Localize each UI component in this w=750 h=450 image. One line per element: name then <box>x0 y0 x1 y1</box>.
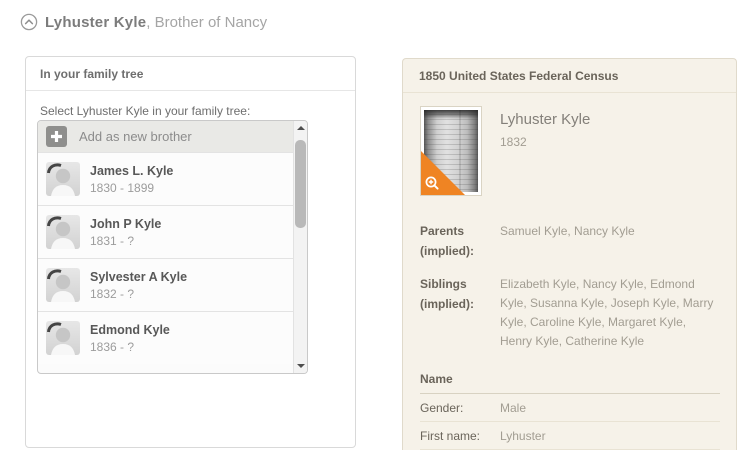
scroll-down-arrow-icon <box>297 364 305 368</box>
person-name: John P Kyle <box>90 216 162 231</box>
record-person-name: Lyhuster Kyle <box>500 111 591 128</box>
detail-row-gender: Gender: Male <box>420 394 720 422</box>
tree-person-row[interactable]: Sylvester A Kyle 1832 - ? <box>38 258 295 311</box>
chevron-up-circle-icon[interactable] <box>20 13 38 31</box>
census-record-panel: 1850 United States Federal Census Lyhust… <box>402 58 737 450</box>
tree-person-row[interactable]: Edmond Kyle 1836 - ? <box>38 311 295 364</box>
tree-person-row[interactable]: James L. Kyle 1830 - 1899 <box>38 152 295 205</box>
scroll-down-button[interactable] <box>294 359 307 373</box>
record-header: Lyhuster Kyle 1832 <box>420 106 720 196</box>
person-name: James L. Kyle <box>90 163 174 178</box>
family-tree-panel: In your family tree Select Lyhuster Kyle… <box>25 56 356 448</box>
census-record-title: 1850 United States Federal Census <box>403 59 736 93</box>
add-as-new-brother-button[interactable]: Add as new brother <box>38 121 307 152</box>
tree-person-row[interactable]: John P Kyle 1831 - ? <box>38 205 295 258</box>
person-lifespan: 1831 - ? <box>90 233 135 248</box>
tree-person-list: Add as new brother James L. Kyle 1830 - … <box>37 120 308 374</box>
plus-icon <box>46 126 67 147</box>
fact-value: Elizabeth Kyle, Nancy Kyle, Edmond Kyle,… <box>500 277 714 348</box>
fact-label: Siblings (implied): <box>420 277 474 311</box>
male-avatar-icon <box>46 268 80 302</box>
detail-label: Gender: <box>420 401 464 415</box>
fact-row-siblings: Siblings (implied): Elizabeth Kyle, Nanc… <box>420 274 720 351</box>
fact-label: Parents (implied): <box>420 224 474 258</box>
page-title-name: Lyhuster Kyle <box>45 13 147 31</box>
name-section-title: Name <box>420 372 720 394</box>
census-document-thumbnail[interactable] <box>420 106 482 196</box>
page-header: Lyhuster Kyle , Brother of Nancy <box>20 13 267 31</box>
person-lifespan: 1832 - ? <box>90 286 135 301</box>
census-record-body: Lyhuster Kyle 1832 Parents (implied): Sa… <box>403 93 736 450</box>
record-birth-year: 1832 <box>500 135 527 149</box>
male-avatar-icon <box>46 162 80 196</box>
detail-value: Lyhuster <box>500 429 546 443</box>
record-meta: Lyhuster Kyle 1832 <box>500 106 590 196</box>
magnifier-plus-icon <box>425 176 439 190</box>
match-compare-page: Lyhuster Kyle , Brother of Nancy In your… <box>0 0 750 450</box>
detail-value: Male <box>500 401 527 415</box>
detail-row-first-name: First name: Lyhuster <box>420 422 720 450</box>
male-avatar-icon <box>46 215 80 249</box>
scroll-up-arrow-icon <box>297 126 305 130</box>
implied-facts: Parents (implied): Samuel Kyle, Nancy Ky… <box>420 221 720 351</box>
scrollbar-thumb[interactable] <box>295 140 306 228</box>
person-lifespan: 1836 - ? <box>90 339 135 354</box>
list-scrollbar[interactable] <box>293 121 307 373</box>
person-name: Sylvester A Kyle <box>90 269 188 284</box>
male-avatar-icon <box>46 321 80 355</box>
fact-row-parents: Parents (implied): Samuel Kyle, Nancy Ky… <box>420 221 720 261</box>
detail-label: First name: <box>420 429 481 443</box>
person-name: Edmond Kyle <box>90 322 170 337</box>
family-tree-panel-title: In your family tree <box>26 57 355 91</box>
add-as-new-brother-label: Add as new brother <box>79 129 192 144</box>
name-section: Name Gender: Male First name: Lyhuster L… <box>420 372 720 450</box>
page-title-relation: , Brother of Nancy <box>146 13 268 31</box>
scroll-up-button[interactable] <box>294 121 307 135</box>
fact-value: Samuel Kyle, Nancy Kyle <box>500 224 635 238</box>
person-lifespan: 1830 - 1899 <box>90 180 155 195</box>
select-instruction: Select Lyhuster Kyle in your family tree… <box>40 104 251 118</box>
